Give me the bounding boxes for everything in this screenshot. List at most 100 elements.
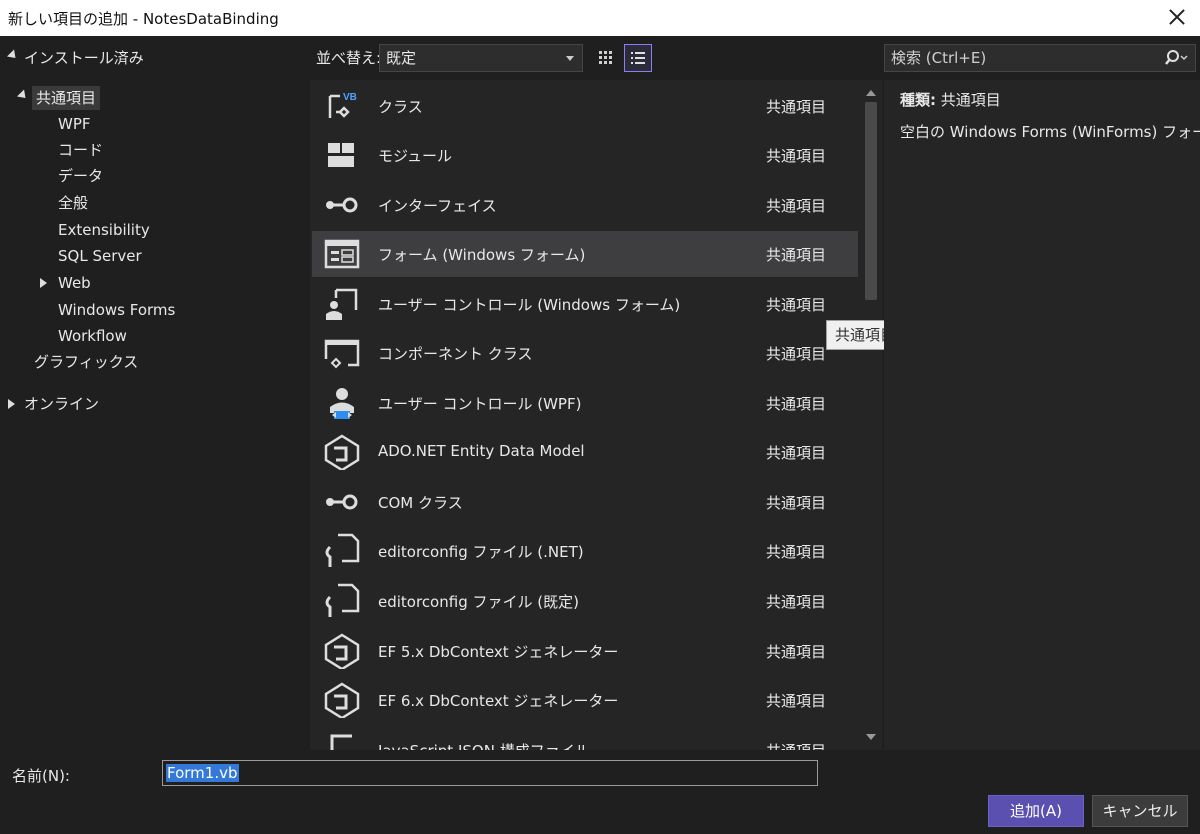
tree-node-general[interactable]: 全般: [58, 191, 88, 215]
template-item-ado-entity-model[interactable]: ADO.NET Entity Data Model 共通項目: [312, 429, 858, 475]
footer: 名前(N): Form1.vb 追加(A) キャンセル: [0, 750, 1200, 834]
item-category: 共通項目: [766, 197, 827, 215]
com-class-icon: [326, 494, 358, 510]
scroll-down-icon[interactable]: [866, 734, 876, 740]
item-kind: 種類: 共通項目: [900, 89, 1001, 110]
search-icon[interactable]: [1163, 48, 1189, 68]
json-file-icon: [330, 734, 352, 750]
module-icon: [328, 143, 354, 167]
template-item-interface[interactable]: インターフェイス 共通項目: [312, 182, 858, 228]
item-category: 共通項目: [766, 345, 827, 363]
tree-node-data[interactable]: データ: [58, 164, 103, 188]
item-name: COM クラス: [378, 494, 463, 512]
item-name: インターフェイス: [378, 197, 497, 215]
sort-label: 並べ替え:: [316, 49, 382, 67]
template-list[interactable]: VB クラス 共通項目 モジュール 共通項目 インターフェイス 共通項目 フォー…: [310, 80, 882, 750]
tree-node-windows-forms[interactable]: Windows Forms: [58, 298, 175, 322]
template-item-module[interactable]: モジュール 共通項目: [312, 132, 858, 178]
cancel-button[interactable]: キャンセル: [1092, 795, 1188, 827]
scroll-thumb[interactable]: [865, 102, 877, 300]
template-item-user-control[interactable]: ユーザー コントロール (Windows フォーム) 共通項目: [312, 281, 858, 327]
item-name: ユーザー コントロール (WPF): [378, 395, 582, 413]
config-file-icon: [325, 533, 360, 567]
entity-model-icon: [324, 434, 360, 470]
item-category: 共通項目: [766, 246, 827, 264]
template-item-form[interactable]: フォーム (Windows フォーム) 共通項目: [312, 231, 858, 277]
tree-node-code[interactable]: コード: [58, 138, 103, 162]
kind-value: 共通項目: [940, 91, 1001, 109]
item-category: 共通項目: [766, 643, 827, 661]
ef-generator-icon: [324, 633, 360, 669]
grid-view-button[interactable]: [592, 44, 620, 72]
tree-node-wpf[interactable]: WPF: [58, 112, 91, 136]
list-view-icon: [631, 52, 645, 64]
ef-generator-icon: [324, 682, 360, 718]
name-input-value: Form1.vb: [166, 764, 239, 782]
vb-class-icon: VB: [328, 90, 360, 118]
add-button[interactable]: 追加(A): [988, 795, 1084, 827]
svg-text:VB: VB: [343, 92, 357, 103]
tree-node-workflow[interactable]: Workflow: [58, 324, 127, 348]
close-icon[interactable]: [1164, 4, 1190, 30]
wpf-user-control-icon: [330, 388, 354, 419]
template-item-editorconfig-default[interactable]: editorconfig ファイル (既定) 共通項目: [312, 578, 858, 624]
item-name: モジュール: [378, 147, 452, 165]
template-item-ef5-generator[interactable]: EF 5.x DbContext ジェネレーター 共通項目: [312, 628, 858, 674]
item-category: 共通項目: [766, 692, 827, 710]
template-item-json-config[interactable]: JavaScript JSON 構成ファイル 共通項目: [312, 727, 858, 750]
template-tree: インストール済み 共通項目 WPF コード データ 全般 Extensibili…: [0, 36, 310, 750]
template-item-wpf-user-control[interactable]: ユーザー コントロール (WPF) 共通項目: [312, 380, 858, 426]
item-name: クラス: [378, 98, 423, 116]
item-name: EF 6.x DbContext ジェネレーター: [378, 692, 619, 710]
list-view-button[interactable]: [624, 44, 652, 72]
template-item-class[interactable]: VB クラス 共通項目: [312, 83, 858, 129]
item-name: JavaScript JSON 構成ファイル: [378, 740, 590, 750]
template-item-ef6-generator[interactable]: EF 6.x DbContext ジェネレーター 共通項目: [312, 677, 858, 723]
search-input[interactable]: 検索 (Ctrl+E): [884, 44, 1196, 72]
grid-view-icon: [599, 51, 612, 64]
collapsed-arrow-icon[interactable]: [40, 278, 47, 288]
config-file-icon: [325, 583, 360, 617]
template-item-editorconfig-dotnet[interactable]: editorconfig ファイル (.NET) 共通項目: [312, 528, 858, 574]
details-panel: 種類: 共通項目 空白の Windows Forms (WinForms) フォ…: [884, 80, 1200, 750]
template-item-component[interactable]: コンポーネント クラス 共通項目: [312, 330, 858, 376]
item-category: 共通項目: [766, 494, 827, 512]
item-name: editorconfig ファイル (既定): [378, 593, 579, 611]
tree-node-sql-server[interactable]: SQL Server: [58, 244, 142, 268]
kind-label: 種類:: [900, 91, 936, 109]
sort-value: 既定: [386, 49, 417, 67]
template-item-com-class[interactable]: COM クラス 共通項目: [312, 479, 858, 525]
item-name: フォーム (Windows フォーム): [378, 246, 586, 264]
item-name: コンポーネント クラス: [378, 345, 533, 363]
list-scrollbar[interactable]: [860, 80, 882, 750]
tree-node-label: インストール済み: [24, 49, 144, 67]
item-description: 空白の Windows Forms (WinForms) フォーム: [900, 123, 1200, 141]
interface-icon: [326, 197, 358, 213]
tree-node-label: 共通項目: [32, 86, 101, 110]
window-title: 新しい項目の追加 - NotesDataBinding: [8, 10, 279, 28]
sort-select[interactable]: 既定: [379, 44, 583, 72]
user-control-icon: [326, 288, 358, 320]
expanded-arrow-icon[interactable]: [16, 89, 30, 102]
item-category: 共通項目: [766, 593, 827, 611]
tree-node-extensibility[interactable]: Extensibility: [58, 218, 150, 242]
tree-node-graphics[interactable]: グラフィックス: [34, 350, 138, 374]
name-label: 名前(N):: [12, 767, 70, 785]
expanded-arrow-icon[interactable]: [6, 49, 20, 62]
item-category: 共通項目: [766, 395, 827, 413]
title-bar: 新しい項目の追加 - NotesDataBinding: [0, 0, 1200, 36]
item-category: 共通項目: [766, 543, 827, 561]
scroll-up-icon[interactable]: [866, 90, 876, 96]
component-icon: [324, 339, 360, 369]
item-name: editorconfig ファイル (.NET): [378, 543, 584, 561]
collapsed-arrow-icon[interactable]: [8, 399, 15, 409]
item-name: ユーザー コントロール (Windows フォーム): [378, 296, 681, 314]
item-name: ADO.NET Entity Data Model: [378, 442, 585, 460]
item-category: 共通項目: [766, 98, 827, 116]
item-category: 共通項目: [766, 444, 827, 462]
name-input[interactable]: Form1.vb: [162, 760, 818, 786]
item-name: EF 5.x DbContext ジェネレーター: [378, 643, 619, 661]
chevron-down-icon: [566, 56, 574, 61]
search-placeholder: 検索 (Ctrl+E): [891, 49, 987, 67]
form-icon: [324, 239, 360, 269]
